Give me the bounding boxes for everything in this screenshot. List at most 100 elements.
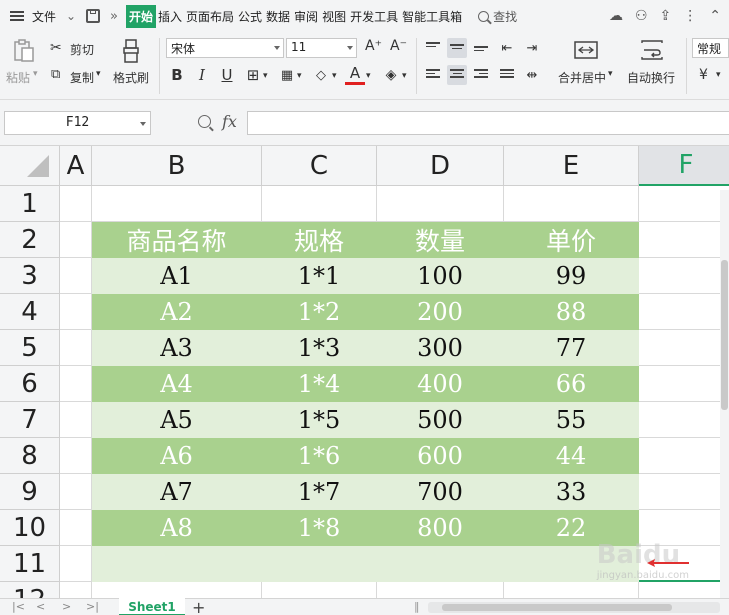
add-sheet-button[interactable]: + bbox=[192, 598, 205, 615]
cell[interactable] bbox=[262, 186, 377, 222]
copy-dropdown-icon[interactable]: ▾ bbox=[96, 69, 101, 79]
cell[interactable] bbox=[639, 222, 729, 258]
cell[interactable] bbox=[639, 474, 729, 510]
tab-smart-toolbox[interactable]: 智能工具箱 bbox=[400, 8, 464, 25]
column-header-b[interactable]: B bbox=[92, 146, 262, 186]
cell[interactable] bbox=[60, 582, 92, 598]
cell[interactable] bbox=[639, 330, 729, 366]
row-header-9[interactable]: 9 bbox=[0, 474, 60, 510]
table-cell[interactable]: 500 bbox=[377, 402, 504, 438]
clear-format-dropdown-icon[interactable]: ▾ bbox=[402, 71, 407, 81]
align-right-icon[interactable] bbox=[471, 65, 491, 85]
font-shrink-button[interactable]: A⁻ bbox=[390, 38, 407, 54]
cell[interactable] bbox=[262, 546, 377, 582]
cell[interactable] bbox=[60, 330, 92, 366]
font-color-button[interactable]: A bbox=[345, 63, 365, 85]
scissors-icon[interactable]: ✂ bbox=[50, 40, 62, 56]
font-color-dropdown-icon[interactable]: ▾ bbox=[366, 71, 371, 81]
italic-button[interactable]: I bbox=[192, 65, 212, 85]
collapse-ribbon-icon[interactable]: ⌃ bbox=[709, 8, 721, 24]
justify-icon[interactable] bbox=[497, 65, 517, 85]
number-format-select[interactable]: 常规 bbox=[692, 38, 729, 58]
next-sheet-button[interactable]: > bbox=[62, 600, 71, 613]
column-header-c[interactable]: C bbox=[262, 146, 377, 186]
currency-button[interactable]: ¥ bbox=[699, 67, 708, 83]
align-center-icon[interactable] bbox=[447, 65, 467, 85]
row-header-5[interactable]: 5 bbox=[0, 330, 60, 366]
cell[interactable] bbox=[60, 402, 92, 438]
row-header-2[interactable]: 2 bbox=[0, 222, 60, 258]
borders-icon[interactable]: ⊞ bbox=[243, 65, 263, 85]
cell[interactable] bbox=[639, 582, 729, 598]
select-all-corner[interactable] bbox=[0, 146, 60, 186]
table-cell[interactable]: A4 bbox=[92, 366, 262, 402]
cell[interactable] bbox=[262, 582, 377, 598]
share-icon[interactable]: ⇪ bbox=[660, 8, 672, 24]
tab-insert[interactable]: 插入 bbox=[156, 8, 184, 25]
paste-dropdown-icon[interactable]: ▾ bbox=[33, 69, 38, 79]
cloud-sync-icon[interactable]: ☁ bbox=[609, 8, 623, 24]
table-cell[interactable]: 77 bbox=[504, 330, 639, 366]
row-header-10[interactable]: 10 bbox=[0, 510, 60, 546]
cell[interactable] bbox=[60, 510, 92, 546]
cell[interactable] bbox=[60, 294, 92, 330]
table-cell[interactable]: 88 bbox=[504, 294, 639, 330]
last-sheet-button[interactable]: >| bbox=[86, 600, 99, 613]
save-icon[interactable] bbox=[86, 9, 100, 23]
table-cell[interactable]: 200 bbox=[377, 294, 504, 330]
table-cell[interactable]: A7 bbox=[92, 474, 262, 510]
cell[interactable] bbox=[639, 438, 729, 474]
table-cell[interactable]: A1 bbox=[92, 258, 262, 294]
tab-developer[interactable]: 开发工具 bbox=[348, 8, 400, 25]
cell[interactable] bbox=[60, 474, 92, 510]
cell[interactable] bbox=[60, 438, 92, 474]
tab-home[interactable]: 开始 bbox=[125, 4, 156, 28]
zoom-icon[interactable] bbox=[198, 115, 211, 128]
search-box[interactable]: 查找 bbox=[478, 8, 517, 25]
table-header-cell[interactable]: 规格 bbox=[262, 222, 377, 258]
table-cell[interactable]: 1*8 bbox=[262, 510, 377, 546]
table-cell[interactable]: 1*7 bbox=[262, 474, 377, 510]
cell[interactable] bbox=[504, 186, 639, 222]
paste-button[interactable]: 粘贴 bbox=[6, 69, 30, 86]
vertical-scrollbar-thumb[interactable] bbox=[721, 260, 728, 410]
sheet-tab-sheet1[interactable]: Sheet1 bbox=[119, 598, 185, 615]
bold-button[interactable]: B bbox=[167, 65, 187, 85]
format-painter-button[interactable]: 格式刷 bbox=[113, 69, 149, 86]
paint-brush-icon[interactable] bbox=[120, 38, 142, 64]
font-name-select[interactable]: 宋体 bbox=[166, 38, 284, 58]
fill-color-dropdown-icon[interactable]: ▾ bbox=[332, 71, 337, 81]
align-bottom-icon[interactable] bbox=[471, 38, 491, 58]
cell[interactable] bbox=[377, 186, 504, 222]
table-cell[interactable]: 1*6 bbox=[262, 438, 377, 474]
table-cell[interactable]: 99 bbox=[504, 258, 639, 294]
table-cell[interactable]: 66 bbox=[504, 366, 639, 402]
tab-formulas[interactable]: 公式 bbox=[236, 8, 264, 25]
table-cell[interactable]: 100 bbox=[377, 258, 504, 294]
merge-cells-icon[interactable] bbox=[574, 40, 598, 60]
table-cell[interactable]: A2 bbox=[92, 294, 262, 330]
table-cell[interactable]: 1*5 bbox=[262, 402, 377, 438]
cell[interactable] bbox=[377, 546, 504, 582]
row-header-1[interactable]: 1 bbox=[0, 186, 60, 222]
table-cell[interactable]: 600 bbox=[377, 438, 504, 474]
cell[interactable] bbox=[377, 582, 504, 598]
align-left-icon[interactable] bbox=[423, 65, 443, 85]
table-cell[interactable]: 1*3 bbox=[262, 330, 377, 366]
more-options-icon[interactable]: ⋮ bbox=[683, 8, 697, 24]
tab-page-layout[interactable]: 页面布局 bbox=[184, 8, 236, 25]
cell[interactable] bbox=[60, 366, 92, 402]
row-header-6[interactable]: 6 bbox=[0, 366, 60, 402]
row-header-7[interactable]: 7 bbox=[0, 402, 60, 438]
table-cell[interactable]: A8 bbox=[92, 510, 262, 546]
user-icon[interactable]: ⚇ bbox=[635, 8, 648, 24]
cell[interactable] bbox=[60, 546, 92, 582]
more-commands-button[interactable]: » bbox=[110, 9, 118, 24]
hscroll-split-handle[interactable]: ‖ bbox=[414, 600, 420, 613]
wrap-text-icon[interactable] bbox=[640, 40, 664, 60]
table-cell[interactable]: 55 bbox=[504, 402, 639, 438]
currency-dropdown-icon[interactable]: ▾ bbox=[716, 70, 721, 80]
cell[interactable] bbox=[60, 186, 92, 222]
first-sheet-button[interactable]: |< bbox=[12, 600, 25, 613]
column-header-a[interactable]: A bbox=[60, 146, 92, 186]
